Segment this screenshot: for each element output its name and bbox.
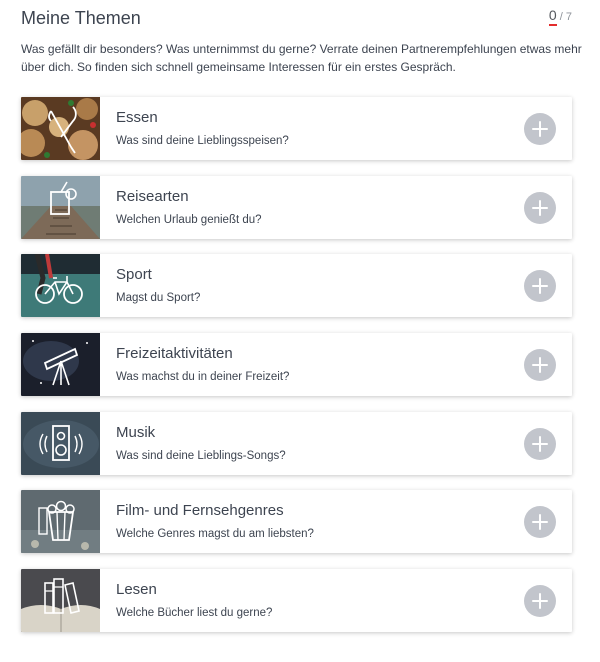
add-button[interactable] xyxy=(524,348,556,381)
food-icon xyxy=(21,97,100,160)
add-button[interactable] xyxy=(524,584,556,617)
add-button[interactable] xyxy=(524,191,556,224)
topic-list: Essen Was sind deine Lieblingsspeisen? R… xyxy=(21,97,572,648)
page-title: Meine Themen xyxy=(21,8,141,28)
speaker-icon xyxy=(21,411,100,475)
books-icon xyxy=(21,568,100,632)
add-button[interactable] xyxy=(524,113,556,145)
topic-counter: 0 / 7 xyxy=(548,7,572,26)
counter-total: 7 xyxy=(565,11,572,23)
topic-title: Reisearten xyxy=(116,187,189,205)
topic-subtitle: Was machst du in deiner Freizeit? xyxy=(116,370,290,383)
topic-card-film[interactable]: Film- und Fernsehgenres Welche Genres ma… xyxy=(21,490,572,554)
topic-image-reisearten xyxy=(21,175,100,239)
cocktail-icon xyxy=(21,175,100,239)
topic-card-lesen[interactable]: Lesen Welche Bücher liest du gerne? xyxy=(21,568,572,632)
topic-card-freizeitaktivitaeten[interactable]: Freizeitaktivitäten Was machst du in dei… xyxy=(21,332,572,396)
section-header: Meine Themen 0 / 7 xyxy=(0,0,600,36)
add-button[interactable] xyxy=(524,427,556,460)
topic-title: Musik xyxy=(116,423,156,441)
add-button[interactable] xyxy=(524,506,556,539)
add-button[interactable] xyxy=(524,270,556,303)
telescope-icon xyxy=(21,332,100,396)
topic-subtitle: Was sind deine Lieblings-Songs? xyxy=(116,449,286,462)
popcorn-icon xyxy=(21,490,100,554)
topic-title: Lesen xyxy=(116,580,157,598)
intro-text: Was gefällt dir besonders? Was unternimm… xyxy=(21,42,582,74)
topic-subtitle: Welchen Urlaub genießt du? xyxy=(116,213,262,226)
topic-title: Film- und Fernsehgenres xyxy=(116,502,284,520)
counter-current: 0 xyxy=(548,7,557,26)
topic-subtitle: Welche Genres magst du am liebsten? xyxy=(116,528,314,541)
topic-subtitle: Welche Bücher liest du gerne? xyxy=(116,606,273,619)
topic-image-musik xyxy=(21,411,100,475)
topic-card-sport[interactable]: Sport Magst du Sport? xyxy=(21,254,572,318)
topic-title: Sport xyxy=(116,266,152,284)
topic-card-reisearten[interactable]: Reisearten Welchen Urlaub genießt du? xyxy=(21,175,572,239)
topic-title: Freizeitaktivitäten xyxy=(116,344,233,362)
topic-image-essen xyxy=(21,97,100,160)
topic-card-essen[interactable]: Essen Was sind deine Lieblingsspeisen? xyxy=(21,97,572,160)
topic-image-film xyxy=(21,490,100,554)
topic-image-lesen xyxy=(21,568,100,632)
topic-title: Essen xyxy=(116,109,158,126)
topic-image-sport xyxy=(21,254,100,318)
bicycle-icon xyxy=(21,254,100,318)
topic-card-musik[interactable]: Musik Was sind deine Lieblings-Songs? xyxy=(21,411,572,475)
topic-subtitle: Magst du Sport? xyxy=(116,292,201,305)
topic-image-freizeitaktivitaeten xyxy=(21,332,100,396)
topic-subtitle: Was sind deine Lieblingsspeisen? xyxy=(116,135,289,147)
